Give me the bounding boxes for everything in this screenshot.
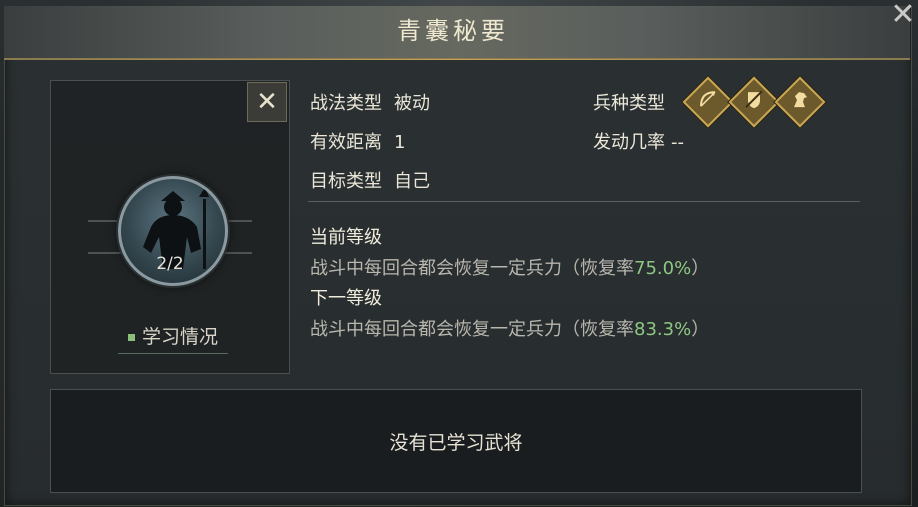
current-level-title: 当前等级: [310, 227, 382, 248]
learning-progress: 2/2: [156, 254, 184, 274]
tactic-type-row: 战法类型 被动: [310, 89, 430, 115]
window-close-icon[interactable]: ✕: [886, 0, 918, 34]
tactic-type-label: 战法类型: [310, 93, 382, 114]
next-level-end: ）: [691, 319, 710, 340]
target-label: 目标类型: [310, 171, 382, 192]
troop-type-label: 兵种类型: [593, 93, 665, 114]
current-level-end: ）: [691, 258, 710, 279]
next-level-rate: 83.3%: [634, 319, 692, 340]
current-level-text: 战斗中每回合都会恢复一定兵力（恢复率: [310, 258, 634, 279]
trigger-rate-row: 发动几率 --: [593, 128, 684, 154]
range-row: 有效距离 1: [310, 128, 405, 154]
dialog-title: 青囊秘要: [397, 17, 509, 45]
trigger-rate-value: --: [671, 132, 684, 153]
troop-type-row: 兵种类型: [593, 89, 677, 115]
target-row: 目标类型 自己: [310, 167, 430, 193]
current-level-desc: 战斗中每回合都会恢复一定兵力（恢复率75.0%）: [310, 254, 709, 280]
bullet-icon: [127, 334, 135, 341]
tactic-type-value: 被动: [394, 93, 430, 114]
next-level-title: 下一等级: [310, 288, 382, 309]
next-level-desc: 战斗中每回合都会恢复一定兵力（恢复率83.3%）: [310, 315, 709, 341]
range-value: 1: [394, 132, 406, 153]
section-divider: [308, 201, 860, 202]
range-label: 有效距离: [310, 132, 382, 153]
empty-state-message: 没有已学习武将: [389, 432, 523, 454]
current-level-rate: 75.0%: [634, 258, 692, 279]
learning-status-label: 学习情况: [141, 326, 218, 348]
trigger-rate-label: 发动几率: [593, 132, 665, 153]
learning-status-link[interactable]: 学习情况: [118, 322, 228, 354]
close-button[interactable]: ✕: [247, 82, 287, 122]
target-value: 自己: [394, 171, 430, 192]
next-level-text: 战斗中每回合都会恢复一定兵力（恢复率: [310, 319, 634, 340]
